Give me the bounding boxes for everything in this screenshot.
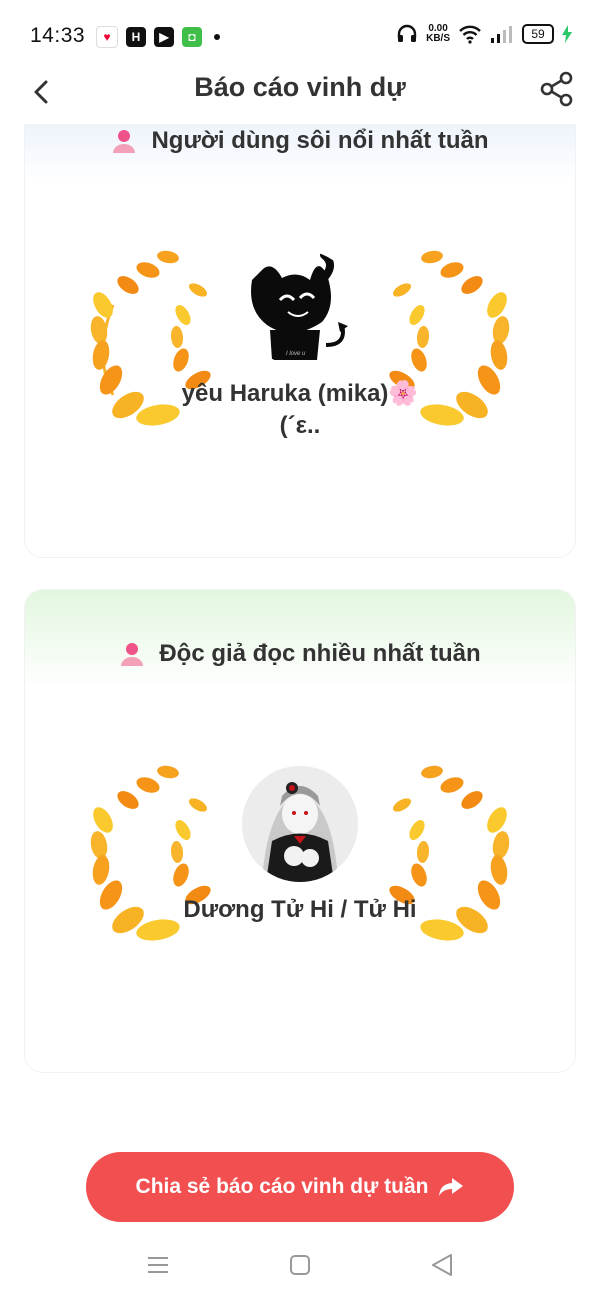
card-heading: Độc giả đọc nhiều nhất tuần (25, 640, 575, 668)
app-header: Báo cáo vinh dự (0, 70, 600, 126)
card-heading-text: Độc giả đọc nhiều nhất tuần (159, 640, 481, 667)
share-arrow-icon (439, 1178, 464, 1196)
card-heading: Người dùng sôi nổi nhất tuần (25, 127, 575, 155)
green-app-icon: ◘ (182, 27, 202, 47)
battery-indicator: 59 (522, 24, 554, 44)
status-time: 14:33 (30, 24, 86, 47)
wifi-icon (459, 25, 481, 44)
username: yêu Haruka (mika)🌸(´ε.. (181, 380, 419, 439)
avatar-caption: I love u (286, 351, 306, 357)
person-icon (113, 130, 136, 153)
video-call-icon: ▶ (154, 27, 174, 47)
back-triangle-icon[interactable] (429, 1252, 455, 1278)
status-right: 0.00 KB/S 59 (396, 24, 572, 44)
top-reader-card: Độc giả đọc nhiều nhất tuần Dương Tử Hi … (25, 590, 575, 1072)
network-speed: 0.00 KB/S (426, 24, 450, 44)
anime-girl-avatar-icon (242, 766, 358, 882)
app-notification-icon: ♥ (96, 26, 118, 48)
more-notifications-icon (214, 34, 220, 40)
most-active-user-card: Người dùng sôi nổi nhất tuần I love u yê… (25, 125, 575, 557)
share-honor-report-button[interactable]: Chia sẻ báo cáo vinh dự tuần (86, 1152, 514, 1222)
status-bar: 14:33 ♥ H ▶ ◘ 0.00 KB/S 59 (0, 0, 600, 70)
signal-icon (491, 26, 512, 43)
share-icon[interactable] (538, 70, 576, 108)
headphones-icon (397, 24, 417, 42)
card-heading-text: Người dùng sôi nổi nhất tuần (151, 127, 489, 154)
home-icon[interactable] (287, 1252, 313, 1278)
devil-cat-avatar-icon (251, 251, 348, 360)
username: Dương Tử Hi / Tử Hi (183, 896, 417, 923)
charging-icon (562, 25, 572, 43)
avatar[interactable] (242, 766, 358, 882)
h-app-icon: H (126, 27, 146, 47)
notification-icons: ♥ H ▶ ◘ (96, 26, 220, 48)
menu-icon[interactable] (145, 1252, 171, 1278)
system-nav-bar (0, 1240, 600, 1290)
speed-unit: KB/S (426, 33, 450, 44)
page-title: Báo cáo vinh dự (194, 72, 406, 102)
avatar[interactable]: I love u (242, 250, 358, 366)
share-button-label: Chia sẻ báo cáo vinh dự tuần (135, 1175, 429, 1198)
person-icon (121, 643, 144, 666)
